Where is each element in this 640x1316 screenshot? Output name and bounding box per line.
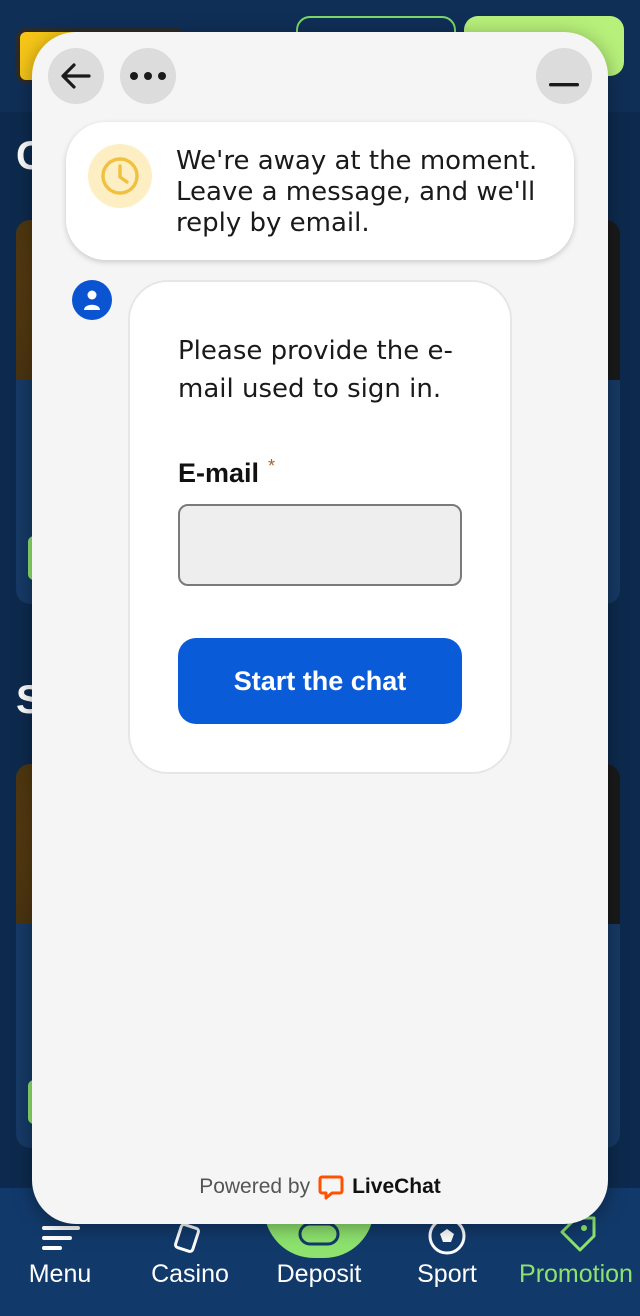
nav-item-menu[interactable]: Menu <box>14 1260 106 1289</box>
nav-item-sport[interactable]: Sport <box>404 1260 490 1289</box>
minimize-button[interactable] <box>536 48 592 104</box>
powered-by-text: Powered by <box>199 1175 311 1198</box>
livechat-logo-icon <box>318 1175 344 1200</box>
livechat-brand: LiveChat <box>352 1175 441 1198</box>
agent-avatar <box>72 280 112 320</box>
nav-item-promotion[interactable]: Promotion <box>512 1260 640 1289</box>
gamepad-icon[interactable] <box>296 1222 342 1248</box>
start-chat-button[interactable]: Start the chat <box>178 638 462 724</box>
more-options-button[interactable] <box>120 48 176 104</box>
more-dots-icon <box>130 72 166 80</box>
away-notice-text: We're away at the moment. Leave a messag… <box>176 146 538 238</box>
away-notice: We're away at the moment. Leave a messag… <box>66 122 574 260</box>
agent-avatar-icon <box>84 290 100 310</box>
form-intro-text: Please provide the e-mail used to sign i… <box>178 336 453 404</box>
menu-icon[interactable] <box>38 1224 84 1252</box>
minimize-icon <box>549 83 579 87</box>
clock-icon-badge <box>88 144 152 208</box>
arrow-left-icon <box>61 63 91 89</box>
required-marker: * <box>268 456 276 476</box>
powered-by-footer[interactable]: Powered by LiveChat <box>32 1174 608 1200</box>
prechat-form: Please provide the e-mail used to sign i… <box>128 280 512 774</box>
nav-item-casino[interactable]: Casino <box>140 1260 240 1289</box>
livechat-widget: We're away at the moment. Leave a messag… <box>32 32 608 1224</box>
back-button[interactable] <box>48 48 104 104</box>
clock-icon <box>101 157 139 195</box>
email-input[interactable] <box>178 504 462 586</box>
email-label: E-mail <box>178 458 260 488</box>
cards-icon[interactable] <box>170 1220 210 1254</box>
nav-item-deposit[interactable]: Deposit <box>266 1260 372 1289</box>
